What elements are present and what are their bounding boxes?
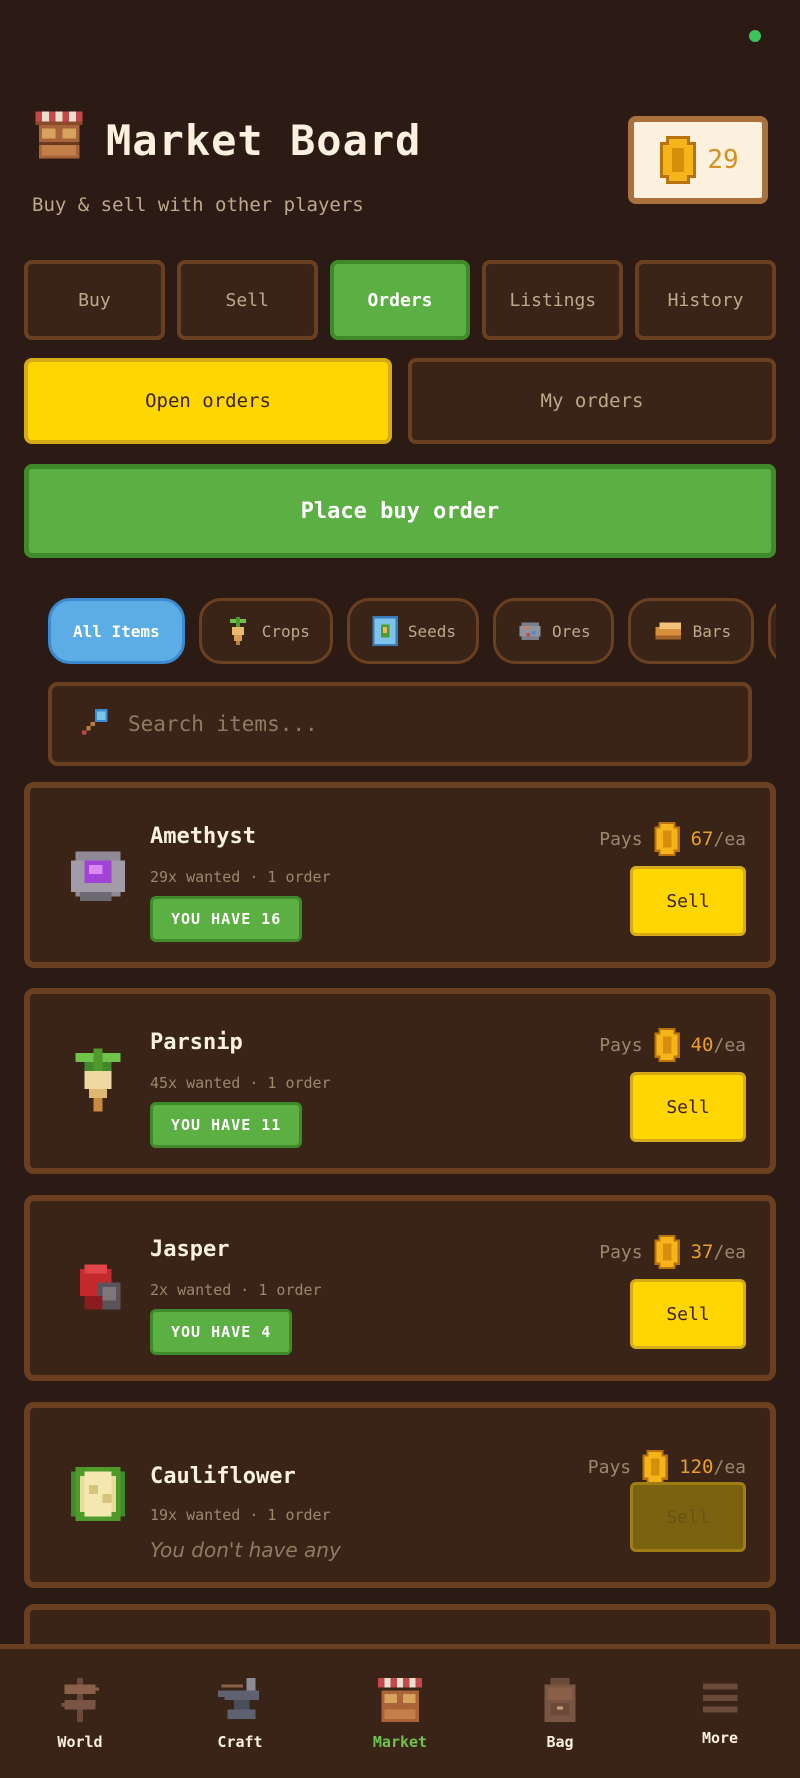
magnifier-icon: [82, 709, 108, 735]
tab-open-orders[interactable]: Open orders: [24, 358, 392, 444]
nav-label: World: [57, 1733, 103, 1751]
price-unit: /ea: [713, 1457, 746, 1478]
price-unit: /ea: [713, 1035, 746, 1056]
price-unit: /ea: [713, 829, 746, 850]
bottom-nav: World Craft Market Bag More: [0, 1644, 800, 1778]
nav-label: More: [701, 1729, 739, 1747]
inventory-empty-note: You don't have any: [150, 1538, 341, 1562]
amethyst-icon: [71, 851, 125, 901]
coin-icon: [653, 1235, 680, 1269]
crop-icon: [229, 617, 246, 645]
order-sub-tabs: Open orders My orders: [24, 358, 776, 444]
item-name: Amethyst: [150, 824, 256, 849]
coin-icon: [653, 1028, 680, 1062]
inventory-badge: YOU HAVE 16: [150, 896, 303, 942]
nav-craft[interactable]: Craft: [160, 1649, 320, 1778]
item-name: Cauliflower: [150, 1464, 296, 1489]
filter-crops[interactable]: Crops: [198, 598, 333, 664]
price-amount: 37: [690, 1241, 714, 1263]
seed-packet-icon: [372, 616, 398, 646]
pays-price: Pays 37/ea: [599, 1235, 746, 1269]
filter-more[interactable]: [768, 598, 776, 664]
nav-bag[interactable]: Bag: [480, 1649, 640, 1778]
coin-balance: 29: [628, 116, 768, 204]
ore-icon: [519, 622, 541, 640]
jasper-icon: [80, 1264, 121, 1310]
anvil-icon: [218, 1678, 259, 1719]
pays-label: Pays: [599, 1034, 643, 1056]
cauliflower-icon: [71, 1467, 125, 1521]
search-box: [48, 682, 752, 766]
inventory-badge: YOU HAVE 4: [150, 1309, 293, 1355]
backpack-icon: [544, 1678, 576, 1722]
item-name: Jasper: [150, 1237, 230, 1262]
pays-label: Pays: [599, 828, 643, 850]
pays-price: Pays 67/ea: [599, 822, 746, 856]
pays-price: Pays 40/ea: [599, 1028, 746, 1062]
item-meta: 45x wanted · 1 order: [150, 1074, 331, 1092]
item-meta: 19x wanted · 1 order: [150, 1506, 331, 1524]
filter-seeds[interactable]: Seeds: [346, 598, 480, 664]
price-amount: 40: [690, 1034, 714, 1056]
order-card-amethyst: Amethyst 29x wanted · 1 order YOU HAVE 1…: [24, 782, 776, 968]
filter-ores[interactable]: Ores: [493, 598, 614, 664]
tab-my-orders[interactable]: My orders: [408, 358, 776, 444]
status-dot: [749, 30, 761, 42]
inventory-badge: YOU HAVE 11: [150, 1102, 303, 1148]
sell-button[interactable]: Sell: [630, 866, 746, 936]
item-meta: 2x wanted · 1 order: [150, 1281, 322, 1299]
filter-label: All Items: [73, 621, 160, 641]
filter-label: Seeds: [407, 621, 457, 641]
item-meta: 29x wanted · 1 order: [150, 868, 331, 886]
coin-icon: [653, 822, 680, 856]
filter-bars[interactable]: Bars: [627, 598, 755, 664]
nav-world[interactable]: World: [0, 1649, 160, 1778]
parsnip-icon: [75, 1048, 121, 1112]
nav-label: Market: [372, 1733, 428, 1751]
item-name: Parsnip: [150, 1030, 243, 1055]
signpost-icon: [61, 1678, 99, 1722]
filter-label: Crops: [261, 621, 310, 641]
market-stall-icon: [378, 1678, 422, 1722]
filter-label: Bars: [692, 621, 732, 641]
filter-label: Ores: [552, 621, 591, 641]
tab-listings[interactable]: Listings: [482, 260, 624, 340]
category-filters: All Items Crops Seeds Ores Bars: [48, 598, 776, 666]
price-amount: 67: [690, 828, 714, 850]
order-card-parsnip: Parsnip 45x wanted · 1 order YOU HAVE 11…: [24, 988, 776, 1174]
sell-button[interactable]: Sell: [630, 1072, 746, 1142]
market-stall-icon: [35, 111, 83, 159]
hamburger-menu-icon: [702, 1683, 738, 1713]
search-input[interactable]: [128, 712, 688, 736]
coin-icon: [642, 1450, 668, 1484]
pays-price: Pays 120/ea: [588, 1450, 746, 1484]
sell-button-disabled[interactable]: Sell: [630, 1482, 746, 1552]
order-card-jasper: Jasper 2x wanted · 1 order YOU HAVE 4 Pa…: [24, 1195, 776, 1381]
nav-market[interactable]: Market: [320, 1649, 480, 1778]
main-tabs: Buy Sell Orders Listings History: [24, 260, 776, 340]
tab-orders[interactable]: Orders: [329, 260, 471, 340]
nav-label: Craft: [217, 1733, 263, 1751]
price-amount: 120: [679, 1456, 714, 1478]
tab-sell[interactable]: Sell: [176, 260, 318, 340]
filter-all-items[interactable]: All Items: [48, 598, 185, 664]
sell-button[interactable]: Sell: [630, 1279, 746, 1349]
place-buy-order-button[interactable]: Place buy order: [24, 464, 776, 558]
nav-more[interactable]: More: [640, 1649, 800, 1778]
price-unit: /ea: [713, 1242, 746, 1263]
pays-label: Pays: [587, 1456, 632, 1478]
page-title: Market Board: [106, 116, 422, 165]
nav-label: Bag: [546, 1733, 574, 1751]
order-card-cauliflower: Cauliflower 19x wanted · 1 order You don…: [24, 1402, 776, 1588]
tab-history[interactable]: History: [635, 260, 776, 340]
coin-icon: [660, 136, 697, 184]
pays-label: Pays: [599, 1241, 643, 1263]
coin-balance-value: 29: [707, 145, 739, 175]
bar-icon: [654, 622, 681, 640]
page-subtitle: Buy & sell with other players: [32, 194, 364, 216]
tab-buy[interactable]: Buy: [24, 260, 165, 340]
